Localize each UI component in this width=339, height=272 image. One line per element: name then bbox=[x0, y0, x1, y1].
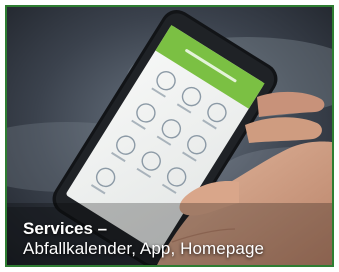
caption-title: Services – bbox=[23, 219, 108, 238]
image-frame: Services – Abfallkalender, App, Homepage bbox=[5, 5, 334, 267]
service-card[interactable]: Services – Abfallkalender, App, Homepage bbox=[0, 0, 339, 272]
caption: Services – Abfallkalender, App, Homepage bbox=[23, 219, 264, 259]
caption-subtitle: Abfallkalender, App, Homepage bbox=[23, 239, 265, 258]
